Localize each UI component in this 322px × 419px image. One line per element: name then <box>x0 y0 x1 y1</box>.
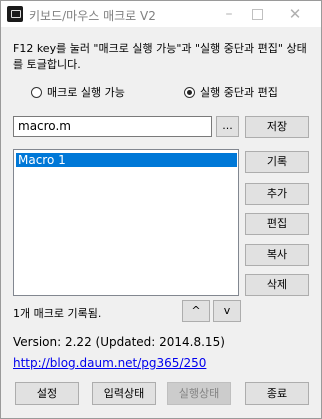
move-up-button[interactable]: ^ <box>182 300 210 322</box>
delete-button[interactable]: 삭제 <box>245 274 309 296</box>
save-button[interactable]: 저장 <box>245 116 309 138</box>
app-icon <box>7 6 23 22</box>
app-window: 키보드/마우스 매크로 V2 – ✕ F12 key를 눌러 "매크로 실행 가… <box>0 0 322 419</box>
radio-circle[interactable] <box>31 86 42 98</box>
radio-macro-run-enabled[interactable]: 매크로 실행 가능 <box>31 84 125 100</box>
blog-link[interactable]: http://blog.daum.net/pg365/250 <box>13 356 206 370</box>
radio-label: 매크로 실행 가능 <box>47 86 125 99</box>
maximize-icon[interactable] <box>239 3 275 25</box>
input-state-button[interactable]: 입력상태 <box>92 382 156 405</box>
close-icon[interactable]: ✕ <box>277 3 313 25</box>
macro-file-field[interactable]: macro.m <box>13 116 212 137</box>
instruction-text: F12 key를 눌러 "매크로 실행 가능"과 "실행 중단과 편집" 상태를… <box>13 42 307 71</box>
record-button[interactable]: 기록 <box>245 151 309 173</box>
macro-count-status: 1개 매크로 기록됨. <box>13 307 102 320</box>
edit-button[interactable]: 편집 <box>245 213 309 235</box>
list-item[interactable]: Macro 1 <box>16 153 237 167</box>
run-state-button[interactable]: 실행상태 <box>167 382 231 405</box>
radio-circle-selected[interactable] <box>184 86 195 98</box>
settings-button[interactable]: 설정 <box>15 382 79 405</box>
window-title: 키보드/마우스 매크로 V2 <box>29 9 156 23</box>
browse-button[interactable]: ... <box>216 116 239 137</box>
copy-button[interactable]: 복사 <box>245 244 309 266</box>
add-button[interactable]: 추가 <box>245 183 309 205</box>
exit-button[interactable]: 종료 <box>245 382 309 405</box>
macro-list[interactable]: Macro 1 <box>13 149 239 296</box>
radio-stop-and-edit[interactable]: 실행 중단과 편집 <box>184 84 278 100</box>
version-text: Version: 2.22 (Updated: 2014.8.15) <box>13 335 225 349</box>
title-bar[interactable]: 키보드/마우스 매크로 V2 – ✕ <box>1 1 321 27</box>
move-down-button[interactable]: v <box>213 300 241 322</box>
radio-label: 실행 중단과 편집 <box>200 86 278 99</box>
